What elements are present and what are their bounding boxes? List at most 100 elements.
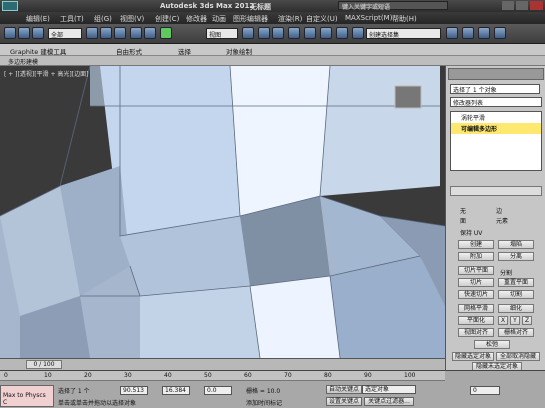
time-slider[interactable]: 0 / 100 xyxy=(0,358,445,370)
mesh-model[interactable] xyxy=(0,66,445,358)
radio-element[interactable]: 元素 xyxy=(496,216,508,225)
menu-animation[interactable]: 动画 xyxy=(212,14,226,24)
quickslice-button[interactable]: 快速切片 xyxy=(458,290,494,299)
teapot-icon[interactable] xyxy=(494,27,506,39)
move-icon[interactable] xyxy=(130,27,142,39)
detach-button[interactable]: 分离 xyxy=(498,252,534,261)
menu-customize[interactable]: 自定义(U) xyxy=(306,14,338,24)
current-frame-input[interactable]: 0 xyxy=(470,386,500,395)
meshsmooth-button[interactable]: 网格平滑 xyxy=(458,304,494,313)
reset-plane-button[interactable]: 重置平面 xyxy=(498,278,534,287)
maximize-button[interactable] xyxy=(516,1,528,10)
radio-edge[interactable]: 边 xyxy=(496,206,502,215)
attach-button[interactable]: 附加 xyxy=(458,252,494,261)
hide-selected-button[interactable]: 隐藏选定对象 xyxy=(452,352,494,361)
maxscript-listener[interactable]: Max to Physcs C xyxy=(0,385,54,407)
key-filters-button[interactable]: 关键点过滤器... xyxy=(364,397,414,406)
close-button[interactable] xyxy=(530,1,543,10)
menu-maxscript[interactable]: MAXScript(M) xyxy=(345,14,392,22)
prompt-line: 单击或单击并拖动以选择对象 xyxy=(58,400,137,407)
menu-graph-editors[interactable]: 图形编辑器 xyxy=(233,14,268,24)
ribbon-subtab[interactable]: 多边形建模 xyxy=(8,57,38,66)
named-selection-input[interactable]: 创建选择集 xyxy=(366,28,441,39)
selection-status: 选择了 1 个 xyxy=(58,388,90,395)
tab-graphite[interactable]: Graphite 建模工具 xyxy=(10,46,66,56)
slice-button[interactable]: 切片 xyxy=(458,278,494,287)
tab-object-paint[interactable]: 对象绘制 xyxy=(226,46,252,56)
rotate-icon[interactable] xyxy=(144,27,156,39)
select-by-name-icon[interactable] xyxy=(100,27,112,39)
menu-group[interactable]: 组(G) xyxy=(94,14,112,24)
render-frame-icon[interactable] xyxy=(462,27,474,39)
region-select-icon[interactable] xyxy=(114,27,126,39)
menu-views[interactable]: 视图(V) xyxy=(120,14,144,24)
render-icon[interactable] xyxy=(478,27,490,39)
menu-render[interactable]: 渲染(R) xyxy=(278,14,302,24)
align-icon[interactable] xyxy=(304,27,316,39)
stack-tools[interactable] xyxy=(450,186,542,196)
slice-plane-button[interactable]: 切片平面 xyxy=(458,266,494,275)
track-bar[interactable]: 0 10 20 30 40 50 60 70 80 90 100 xyxy=(0,371,445,381)
mirror-icon[interactable] xyxy=(288,27,300,39)
menu-modifiers[interactable]: 修改器 xyxy=(186,14,207,24)
ref-coord-select[interactable]: 视图 xyxy=(206,28,238,39)
split-checkbox[interactable]: 分割 xyxy=(500,268,512,277)
menu-help[interactable]: 帮助(H) xyxy=(392,14,417,24)
search-input[interactable]: 键入关键字或短语 xyxy=(338,1,448,11)
grid-align-button[interactable]: 栅格对齐 xyxy=(498,328,534,337)
minimize-button[interactable] xyxy=(502,1,514,10)
material-editor-icon[interactable] xyxy=(352,27,364,39)
select-icon[interactable] xyxy=(86,27,98,39)
curve-editor-icon[interactable] xyxy=(336,27,348,39)
viewcube-icon[interactable] xyxy=(394,85,422,109)
menu-tools[interactable]: 工具(T) xyxy=(60,14,84,24)
add-time-tag[interactable]: 添加时间标记 xyxy=(246,398,282,407)
app-logo-icon[interactable] xyxy=(2,1,18,11)
selection-filter-select[interactable]: 全部 xyxy=(48,28,82,39)
ribbon-tabs: Graphite 建模工具 自由形式 选择 对象绘制 xyxy=(0,44,545,56)
radio-none[interactable]: 无 xyxy=(460,206,466,215)
x-coord-input[interactable]: 90.513 xyxy=(120,386,148,395)
scale-icon[interactable] xyxy=(160,27,172,39)
planar-x-button[interactable]: X xyxy=(498,316,508,325)
stack-turbosmooth[interactable]: 涡轮平滑 xyxy=(451,112,541,123)
undo-icon[interactable] xyxy=(4,27,16,39)
ribbon-subbar: 多边形建模 xyxy=(0,56,545,66)
y-coord-input[interactable]: 16.384 xyxy=(162,386,190,395)
view-align-button[interactable]: 视图对齐 xyxy=(458,328,494,337)
link-icon[interactable] xyxy=(32,27,44,39)
angle-snap-icon[interactable] xyxy=(272,27,284,39)
menu-edit[interactable]: 编辑(E) xyxy=(26,14,50,24)
cut-button[interactable]: 切割 xyxy=(498,290,534,299)
tab-freeform[interactable]: 自由形式 xyxy=(116,46,142,56)
collapse-button[interactable]: 塌陷 xyxy=(498,240,534,249)
modifier-stack[interactable]: 涡轮平滑 可编辑多边形 xyxy=(450,111,542,171)
pivot-icon[interactable] xyxy=(242,27,254,39)
menu-create[interactable]: 创建(C) xyxy=(155,14,179,24)
panel-tabs[interactable] xyxy=(448,68,544,80)
relax-button[interactable]: 松弛 xyxy=(474,340,510,349)
key-mode-select[interactable]: 选定对象 xyxy=(362,385,416,394)
layer-icon[interactable] xyxy=(320,27,332,39)
stack-editable-poly[interactable]: 可编辑多边形 xyxy=(451,123,541,134)
tessellate-button[interactable]: 细化 xyxy=(498,304,534,313)
object-name-field[interactable]: 选择了 1 个对象 xyxy=(450,84,540,94)
tab-selection[interactable]: 选择 xyxy=(178,46,191,56)
create-button[interactable]: 创建 xyxy=(458,240,494,249)
redo-icon[interactable] xyxy=(18,27,30,39)
planar-z-button[interactable]: Z xyxy=(522,316,532,325)
preserve-uv-checkbox[interactable]: 保持 UV xyxy=(460,228,482,237)
z-coord-input[interactable]: 0.0 xyxy=(204,386,232,395)
perspective-viewport[interactable]: [ + ][透视][平滑 + 高光][边面] xyxy=(0,66,445,358)
modifier-list-select[interactable]: 修改器列表 xyxy=(450,97,542,107)
unhide-all-button[interactable]: 全部取消隐藏 xyxy=(496,352,540,361)
render-setup-icon[interactable] xyxy=(446,27,458,39)
frame-counter[interactable]: 0 / 100 xyxy=(26,360,62,369)
set-key-button[interactable]: 设置关键点 xyxy=(326,397,362,406)
snap-icon[interactable] xyxy=(258,27,270,39)
planar-y-button[interactable]: Y xyxy=(510,316,520,325)
autokey-button[interactable]: 自动关键点 xyxy=(326,385,362,394)
make-planar-button[interactable]: 平面化 xyxy=(458,316,494,325)
radio-face[interactable]: 面 xyxy=(460,216,466,225)
viewport-label[interactable]: [ + ][透视][平滑 + 高光][边面] xyxy=(4,69,88,78)
